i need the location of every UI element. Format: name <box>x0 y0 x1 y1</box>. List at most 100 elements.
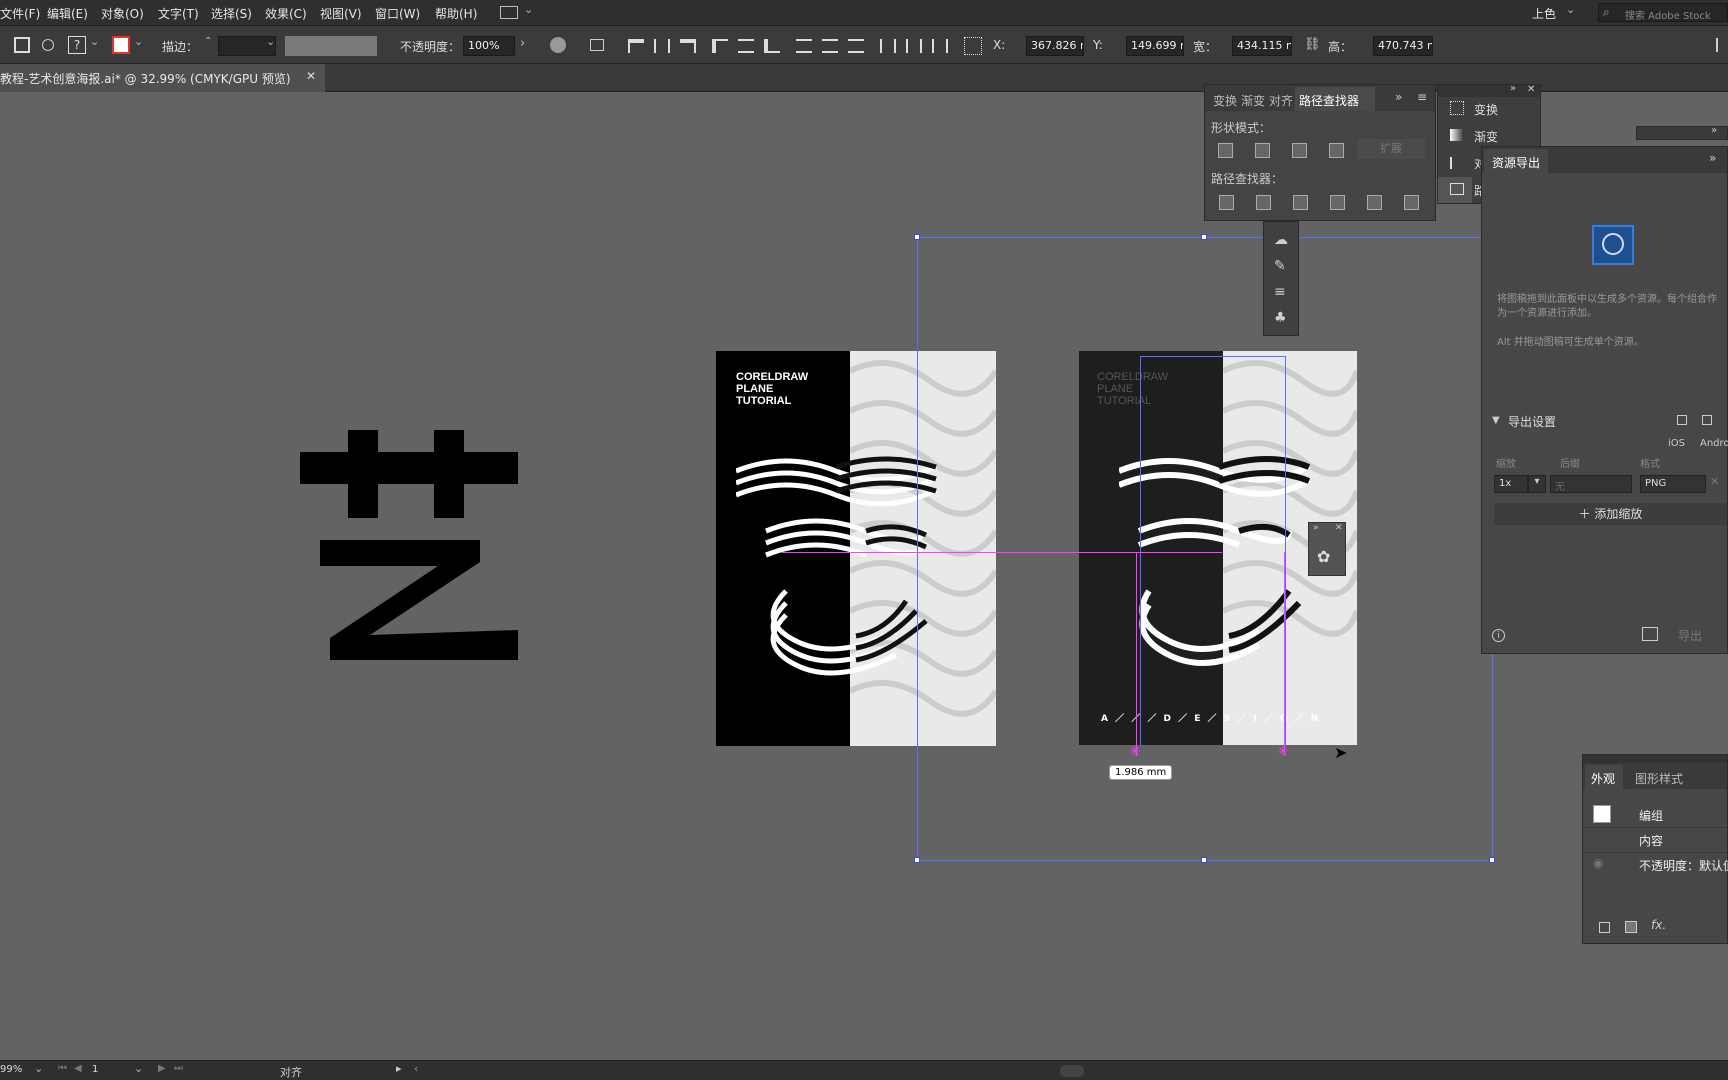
recolor-icon[interactable] <box>42 39 54 51</box>
opacity-input[interactable]: 100% <box>463 36 515 56</box>
add-fill-icon[interactable] <box>1625 921 1637 933</box>
scale-select[interactable]: 1x <box>1494 475 1528 493</box>
align-to-icon[interactable] <box>590 39 604 51</box>
panel-item-transform[interactable]: 变换 <box>1474 101 1498 118</box>
distribute-right-icon[interactable] <box>932 39 948 53</box>
distribute-hcenter-icon[interactable] <box>906 39 922 53</box>
tab-align[interactable]: 对齐 <box>1269 92 1293 109</box>
selection-handle[interactable] <box>1201 857 1207 863</box>
style-icon[interactable] <box>550 37 566 53</box>
tab-pathfinder[interactable]: 路径查找器 <box>1299 92 1359 109</box>
align-top-icon[interactable] <box>712 39 728 53</box>
brush-icon[interactable]: ✎ <box>1274 258 1286 274</box>
distribute-vcenter-icon[interactable] <box>822 39 838 53</box>
link-icon[interactable]: ⛓ <box>1304 37 1321 52</box>
collapse-icon[interactable]: » <box>1510 83 1516 94</box>
chevron-down-icon[interactable]: ▼ <box>1492 415 1500 426</box>
width-input[interactable]: 434.115 n <box>1232 36 1292 56</box>
distribute-top-icon[interactable] <box>796 39 812 53</box>
menu-help[interactable]: 帮助(H) <box>435 5 477 22</box>
chevron-down-icon[interactable]: ⌄ <box>134 1062 143 1075</box>
expand-button[interactable]: 扩展 <box>1357 139 1425 159</box>
selection-handle[interactable] <box>1201 234 1207 240</box>
selection-handle[interactable] <box>914 857 920 863</box>
chevron-down-icon[interactable]: ⌄ <box>266 35 275 48</box>
format-select[interactable]: PNG <box>1640 475 1706 493</box>
height-input[interactable]: 470.743 n <box>1373 36 1433 56</box>
ios-preset-icon[interactable] <box>1677 415 1687 425</box>
next-artboard-icon[interactable]: ▶ <box>158 1063 166 1074</box>
export-for-screens-icon[interactable] <box>1642 627 1658 641</box>
minus-front-icon[interactable] <box>1255 143 1270 158</box>
outline-icon[interactable] <box>1367 195 1382 210</box>
divide-icon[interactable] <box>1219 195 1234 210</box>
align-vcenter-icon[interactable] <box>738 39 754 53</box>
menu-edit[interactable]: 编辑(E) <box>47 5 88 22</box>
align-icon[interactable] <box>1450 157 1464 169</box>
menu-type[interactable]: 文字(T) <box>158 5 199 22</box>
x-input[interactable]: 367.826 n <box>1026 36 1084 56</box>
stroke-lines-icon[interactable]: ≡ <box>1274 284 1286 300</box>
align-left-icon[interactable] <box>628 39 644 53</box>
info-icon[interactable]: i <box>1492 629 1505 642</box>
chevron-down-icon[interactable]: ⌄ <box>90 35 99 48</box>
tab-appearance[interactable]: 外观 <box>1591 770 1615 787</box>
collapse-icon[interactable]: » <box>1313 523 1319 533</box>
chevron-down-icon[interactable]: ⌄ <box>134 35 143 48</box>
merge-icon[interactable] <box>1293 195 1308 210</box>
chevron-down-icon[interactable]: ⌄ <box>524 3 533 16</box>
unite-icon[interactable] <box>1218 143 1233 158</box>
gradient-icon[interactable] <box>1450 129 1464 141</box>
stock-search-input[interactable]: ⌕ 搜索 Adobe Stock <box>1598 3 1728 22</box>
suffix-input[interactable]: 无 <box>1550 475 1632 493</box>
zoom-level[interactable]: 99% <box>0 1064 34 1075</box>
export-button[interactable]: 导出 <box>1678 627 1702 644</box>
pathfinder-icon[interactable] <box>1450 183 1464 195</box>
tab-transform[interactable]: 变换 <box>1213 92 1237 109</box>
panel-menu-icon[interactable] <box>1716 38 1722 52</box>
chevron-down-icon[interactable]: ⌄ <box>34 1062 43 1075</box>
menu-object[interactable]: 对象(O) <box>101 5 144 22</box>
fill-swatch[interactable]: ? <box>68 36 86 54</box>
variable-width-profile[interactable] <box>285 36 377 56</box>
palette-icon[interactable]: ✿ <box>1317 547 1330 566</box>
panel-menu-icon[interactable]: ≡ <box>1417 90 1427 104</box>
selection-handle[interactable] <box>914 234 920 240</box>
collapse-icon[interactable]: » <box>1709 151 1716 165</box>
cc-libraries-icon[interactable]: ☁ <box>1274 232 1288 248</box>
menu-view[interactable]: 视图(V) <box>320 5 362 22</box>
scrollbar-thumb[interactable] <box>1060 1065 1084 1077</box>
close-icon[interactable]: ✕ <box>1710 475 1719 488</box>
chevron-right-icon[interactable]: › <box>520 36 525 51</box>
align-hcenter-icon[interactable] <box>654 39 670 53</box>
close-icon[interactable]: ✕ <box>1527 84 1535 95</box>
group-select-icon[interactable] <box>14 37 30 53</box>
align-right-icon[interactable] <box>680 39 696 53</box>
tab-graphic-styles[interactable]: 图形样式 <box>1635 770 1683 787</box>
asset-export-title[interactable]: 资源导出 <box>1492 154 1540 171</box>
chevron-right-icon[interactable]: ▸ <box>396 1062 402 1075</box>
minus-back-icon[interactable] <box>1404 195 1419 210</box>
document-tab[interactable]: 教程-艺术创意海报.ai* @ 32.99% (CMYK/GPU 预览) ✕ <box>0 64 325 92</box>
eye-icon[interactable]: ◉ <box>1593 856 1603 870</box>
align-bottom-icon[interactable] <box>764 39 780 53</box>
transform-icon[interactable] <box>1450 101 1464 115</box>
art-character-outline[interactable] <box>290 390 540 660</box>
artboard-number[interactable]: 1 <box>92 1064 122 1075</box>
trim-icon[interactable] <box>1256 195 1271 210</box>
last-artboard-icon[interactable]: ⏭ <box>174 1063 183 1074</box>
android-preset-icon[interactable] <box>1702 415 1712 425</box>
selection-handle[interactable] <box>1489 857 1495 863</box>
tab-gradient[interactable]: 渐变 <box>1241 92 1265 109</box>
panel-item-gradient[interactable]: 渐变 <box>1474 128 1498 145</box>
collapse-icon[interactable]: » <box>1395 90 1402 104</box>
chevron-left-icon[interactable]: ‹ <box>414 1062 418 1075</box>
intersect-icon[interactable] <box>1292 143 1307 158</box>
chevron-down-icon[interactable]: ⌄ <box>1566 3 1575 16</box>
distribute-bottom-icon[interactable] <box>848 39 864 53</box>
workspace-name[interactable]: 上色 <box>1532 5 1556 22</box>
close-icon[interactable]: ✕ <box>306 69 316 83</box>
poster-black-white[interactable]: CORELDRAW PLANE TUTORIAL <box>716 351 996 746</box>
appearance-opacity-label[interactable]: 不透明度：默认值 <box>1639 857 1728 874</box>
collapse-icon[interactable]: » <box>1711 125 1717 136</box>
